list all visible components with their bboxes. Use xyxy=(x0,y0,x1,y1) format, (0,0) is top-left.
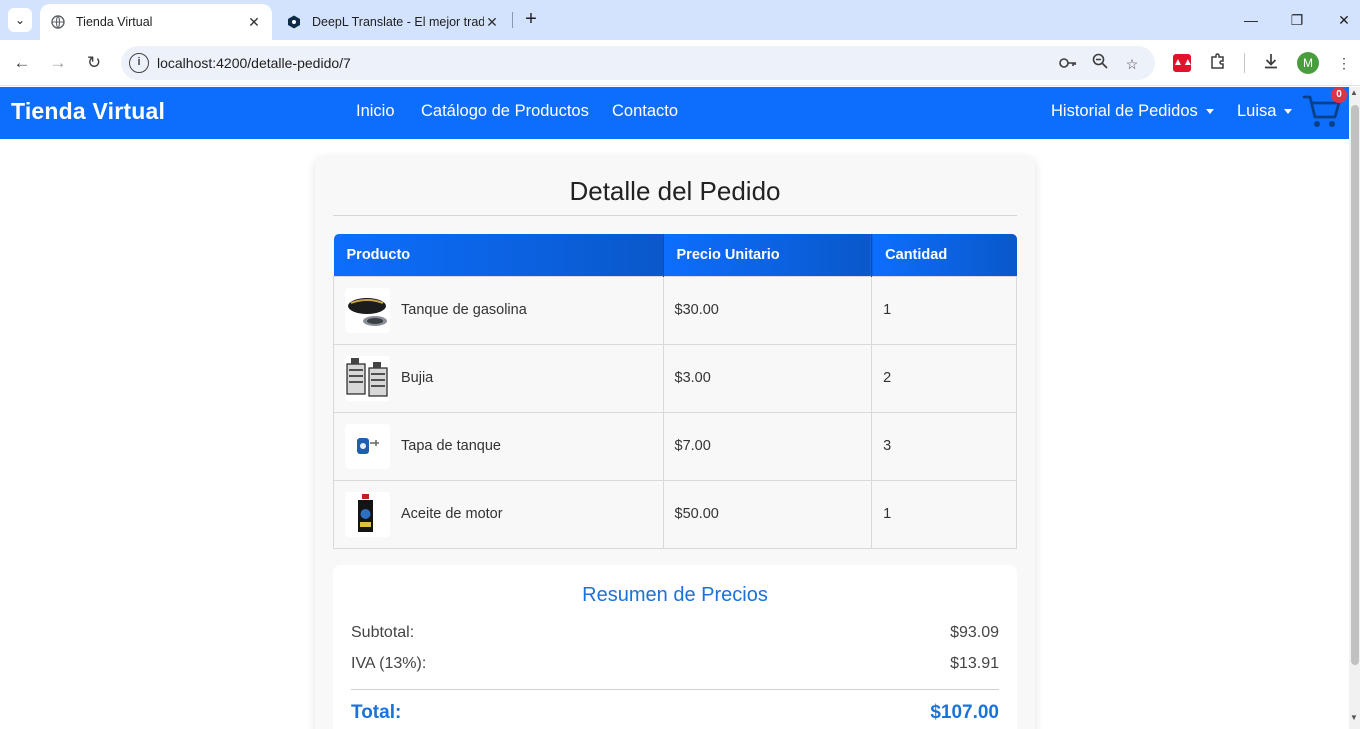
reload-icon[interactable]: ↻ xyxy=(82,51,106,75)
user-dropdown[interactable]: Luisa xyxy=(1237,102,1293,121)
tab-search-icon[interactable]: ⌄ xyxy=(8,8,32,32)
motor-oil-image xyxy=(345,491,390,537)
extension-puzzle-icon[interactable] xyxy=(1207,52,1229,74)
deepl-icon xyxy=(286,14,302,30)
quantity-cell: 2 xyxy=(871,343,1017,413)
price-cell: $50.00 xyxy=(662,479,873,549)
fuel-tank-image xyxy=(345,287,390,333)
summary-title: Resumen de Precios xyxy=(582,584,768,606)
bookmark-star-icon[interactable]: ☆ xyxy=(1121,53,1143,75)
spark-plug-image xyxy=(345,355,390,401)
column-header-producto: Producto xyxy=(333,234,664,276)
url-text[interactable]: localhost:4200/detalle-pedido/7 xyxy=(157,55,351,71)
kebab-menu-icon[interactable]: ⋮ xyxy=(1333,52,1355,74)
scroll-down-icon[interactable]: ▼ xyxy=(1350,713,1358,722)
app-navbar: Tienda Virtual Inicio Catálogo de Produc… xyxy=(0,87,1349,139)
tab-tienda-virtual[interactable]: Tienda Virtual ✕ xyxy=(40,4,272,40)
product-name: Tanque de gasolina xyxy=(401,302,527,318)
table-row: Aceite de motor $50.00 1 xyxy=(333,479,1017,549)
tab-deepl[interactable]: DeepL Translate - El mejor traductor ✕ xyxy=(276,4,510,40)
toolbar-divider xyxy=(1244,53,1245,73)
tab-divider xyxy=(512,12,513,28)
tank-cap-image xyxy=(345,423,390,469)
title-divider xyxy=(333,215,1017,216)
subtotal-label: Subtotal: xyxy=(351,624,415,641)
nav-link-catalogo[interactable]: Catálogo de Productos xyxy=(421,102,589,121)
tab-title: DeepL Translate - El mejor traductor xyxy=(312,15,484,29)
price-summary-panel: Resumen de Precios Subtotal: $93.09 IVA … xyxy=(333,565,1017,729)
quantity-cell: 1 xyxy=(871,479,1017,549)
quantity-cell: 1 xyxy=(871,275,1017,345)
product-cell: Tanque de gasolina xyxy=(333,275,664,345)
product-name: Bujia xyxy=(401,370,434,386)
restore-icon[interactable]: ❐ xyxy=(1283,8,1311,32)
window-close-icon[interactable]: ✕ xyxy=(1330,8,1358,32)
table-header-row: Producto Precio Unitario Cantidad xyxy=(333,234,1017,276)
tax-label: IVA (13%): xyxy=(351,655,427,672)
address-bar[interactable]: i localhost:4200/detalle-pedido/7 ☆ xyxy=(121,46,1155,80)
back-icon[interactable]: ← xyxy=(10,51,34,75)
price-cell: $7.00 xyxy=(662,411,873,481)
page-title: Detalle del Pedido xyxy=(569,176,781,206)
product-cell: Aceite de motor xyxy=(333,479,664,549)
history-dropdown-label: Historial de Pedidos xyxy=(1051,102,1198,120)
quantity-cell: 3 xyxy=(871,411,1017,481)
product-cell: Bujia xyxy=(333,343,664,413)
price-cell: $30.00 xyxy=(662,275,873,345)
nav-link-contacto[interactable]: Contacto xyxy=(612,102,678,121)
browser-tabstrip: ⌄ Tienda Virtual ✕ DeepL Translate - El … xyxy=(0,0,1360,40)
subtotal-value: $93.09 xyxy=(950,624,999,641)
caret-down-icon xyxy=(1284,109,1293,115)
total-value: $107.00 xyxy=(930,702,999,723)
scroll-up-icon[interactable]: ▲ xyxy=(1350,88,1358,97)
caret-down-icon xyxy=(1205,109,1214,115)
plus-icon[interactable]: + xyxy=(520,8,542,32)
extension-red-icon[interactable]: ▲▲ xyxy=(1173,54,1193,72)
minimize-icon[interactable]: — xyxy=(1237,8,1265,32)
column-header-cantidad: Cantidad xyxy=(871,234,1017,276)
close-icon[interactable]: ✕ xyxy=(484,14,500,31)
download-icon[interactable] xyxy=(1260,52,1282,74)
total-label: Total: xyxy=(351,702,402,723)
browser-toolbar: ← → ↻ i localhost:4200/detalle-pedido/7 … xyxy=(0,40,1360,86)
tax-value: $13.91 xyxy=(950,655,999,672)
price-cell: $3.00 xyxy=(662,343,873,413)
password-key-icon[interactable] xyxy=(1057,53,1079,75)
history-dropdown[interactable]: Historial de Pedidos xyxy=(1051,102,1214,121)
cart-count-badge: 0 xyxy=(1331,87,1347,103)
profile-avatar[interactable]: M xyxy=(1297,52,1319,74)
table-row: Bujia $3.00 2 xyxy=(333,343,1017,413)
forward-icon[interactable]: → xyxy=(46,51,70,75)
nav-link-inicio[interactable]: Inicio xyxy=(356,102,395,121)
brand-logo[interactable]: Tienda Virtual xyxy=(11,98,165,125)
order-items-table: Producto Precio Unitario Cantidad Tanque… xyxy=(333,234,1017,549)
zoom-icon[interactable] xyxy=(1089,53,1111,75)
user-dropdown-label: Luisa xyxy=(1237,102,1277,120)
table-row: Tanque de gasolina $30.00 1 xyxy=(333,275,1017,345)
scrollbar-thumb[interactable] xyxy=(1351,105,1359,665)
site-info-icon[interactable]: i xyxy=(129,53,149,73)
column-header-precio: Precio Unitario xyxy=(663,234,873,276)
globe-icon xyxy=(50,14,66,30)
table-row: Tapa de tanque $7.00 3 xyxy=(333,411,1017,481)
tab-title: Tienda Virtual xyxy=(76,15,153,29)
close-icon[interactable]: ✕ xyxy=(246,14,262,31)
product-cell: Tapa de tanque xyxy=(333,411,664,481)
product-name: Tapa de tanque xyxy=(401,438,501,454)
summary-divider xyxy=(351,689,999,690)
product-name: Aceite de motor xyxy=(401,506,503,522)
